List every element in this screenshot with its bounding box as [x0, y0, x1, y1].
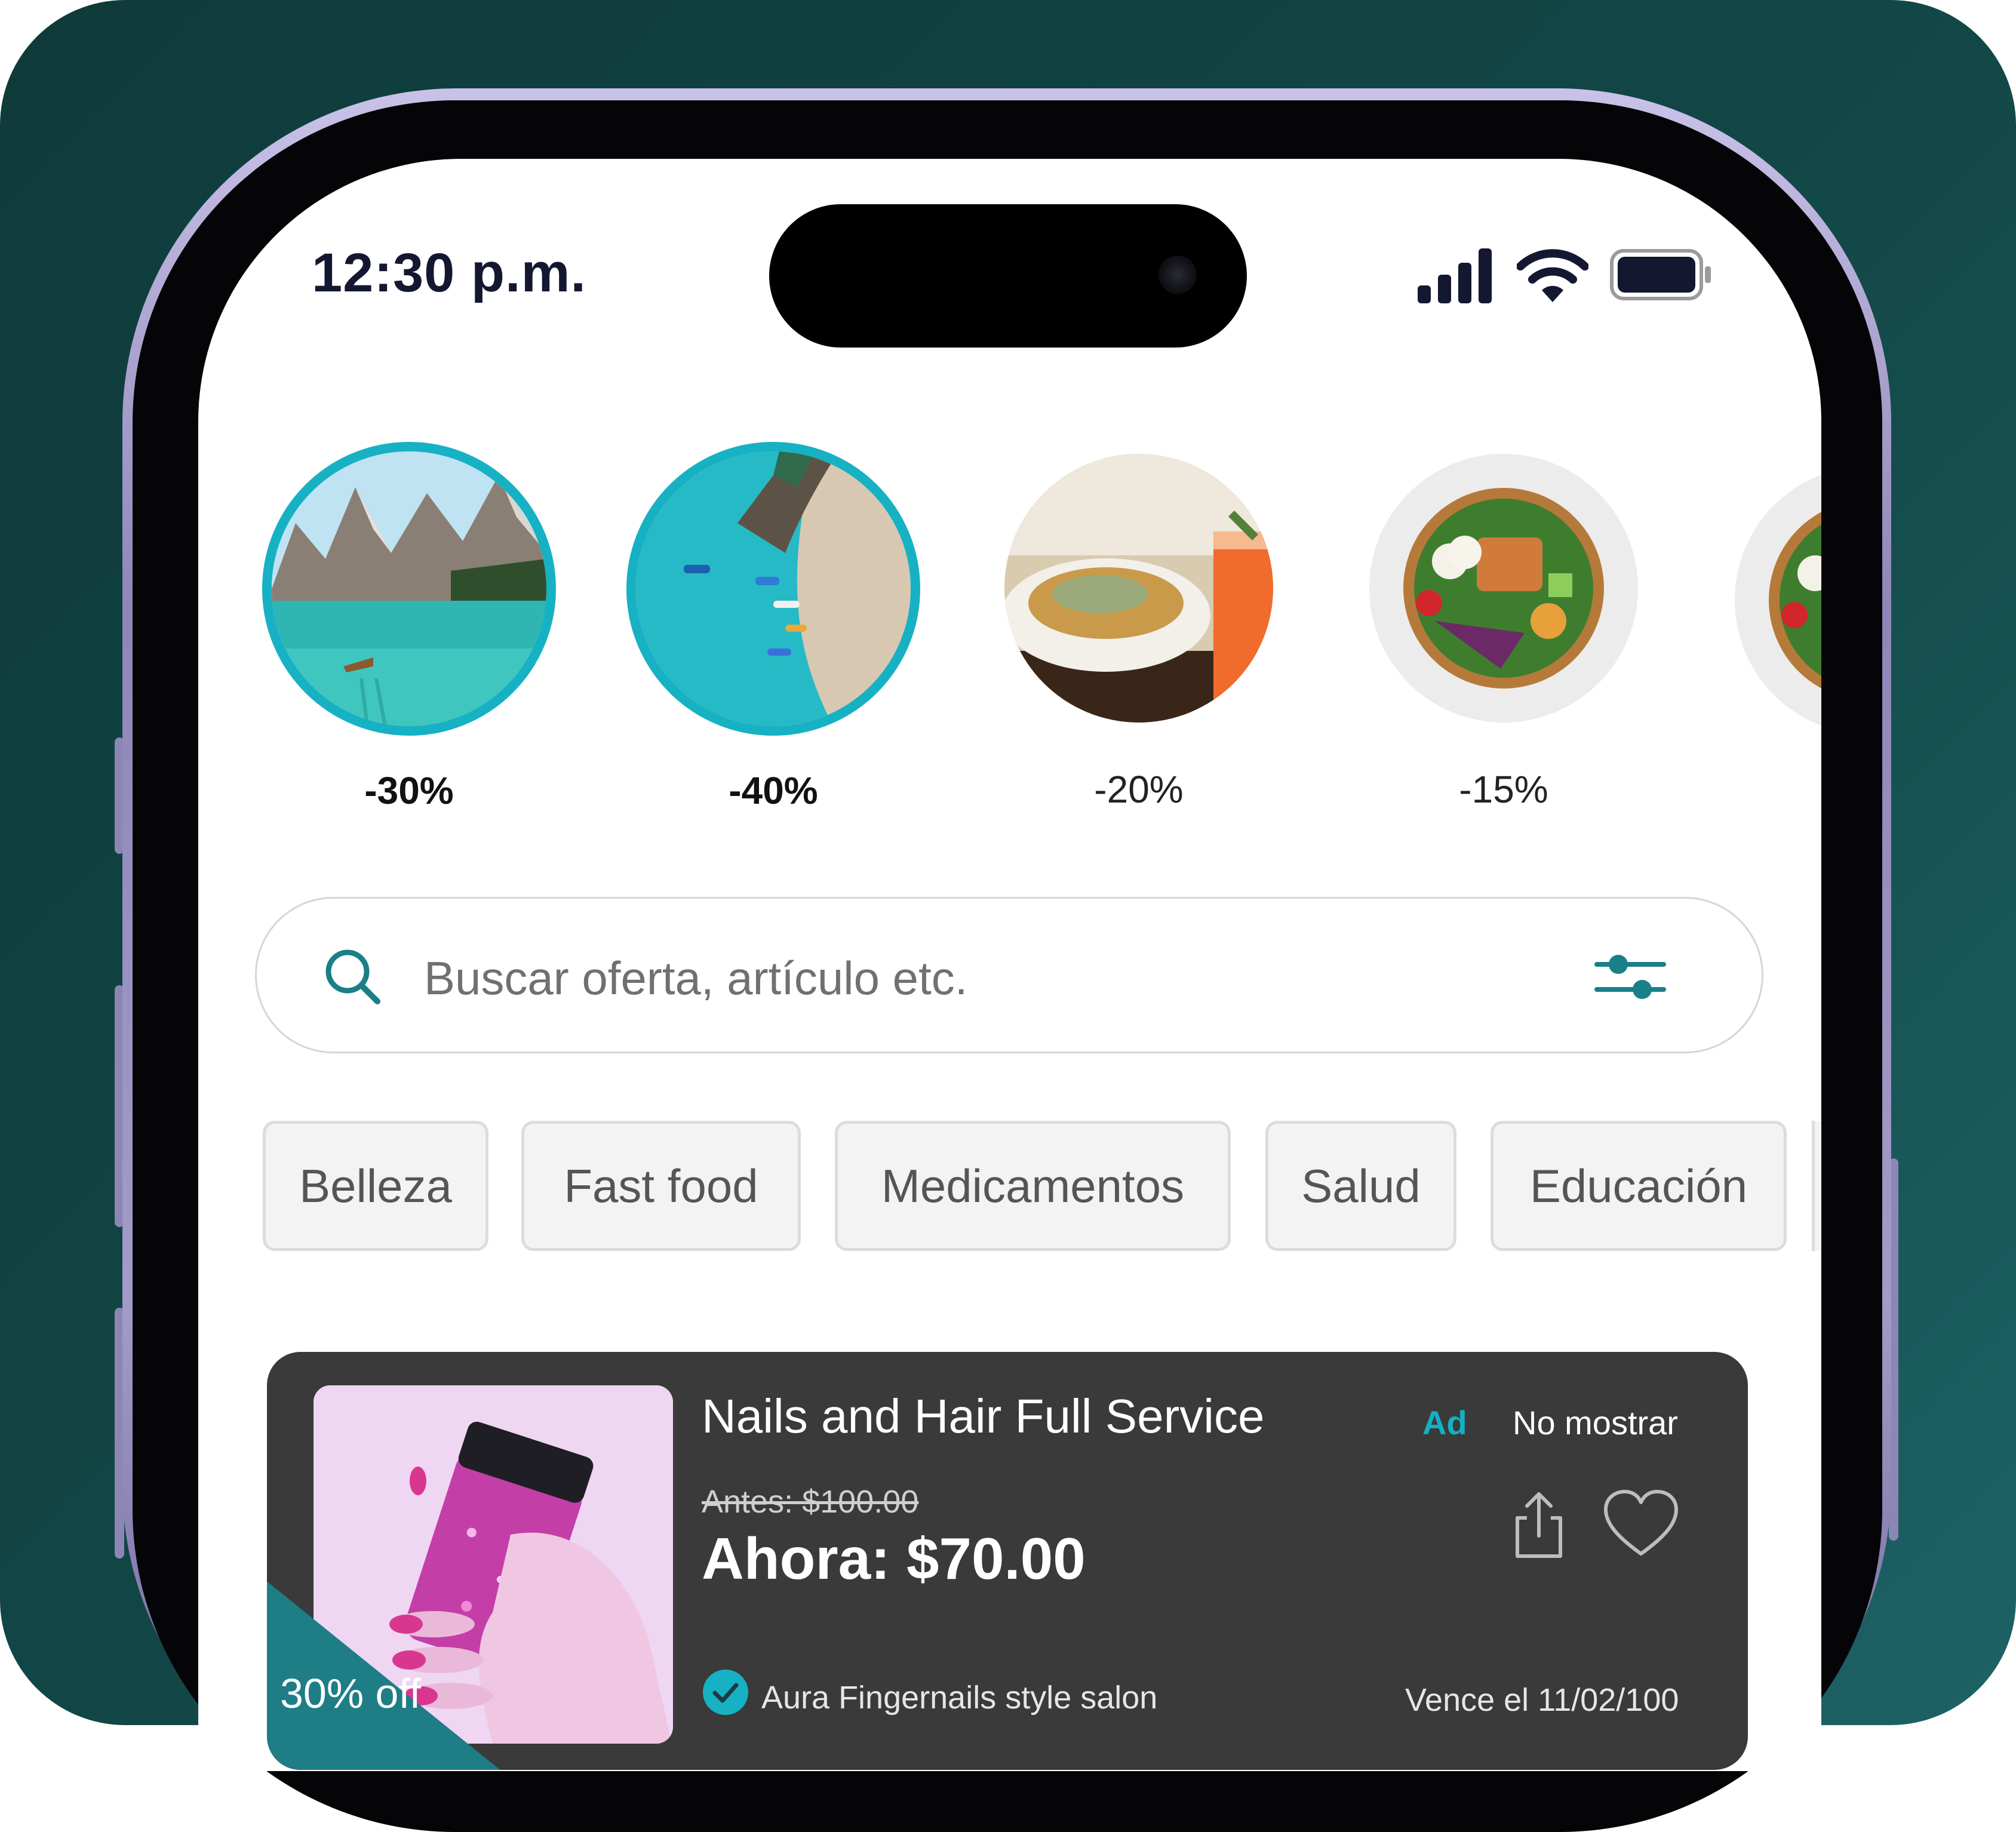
- category-chip-belleza[interactable]: Belleza: [263, 1121, 488, 1251]
- search-bar[interactable]: Buscar oferta, artículo etc.: [255, 897, 1763, 1053]
- expiry-date: Vence el 11/02/100: [1405, 1682, 1679, 1718]
- story-thumbnail[interactable]: [262, 442, 556, 736]
- discount-tag-shape: [267, 1581, 500, 1770]
- mountain-lake-image: [272, 451, 546, 726]
- story-item[interactable]: -30%: [260, 442, 558, 813]
- story-item[interactable]: -15%: [1354, 442, 1653, 812]
- story-discount: -20%: [1094, 768, 1184, 811]
- wifi-icon: [1517, 249, 1588, 302]
- story-discount: -15%: [1459, 768, 1548, 811]
- ad-badge: Ad: [1422, 1404, 1467, 1441]
- front-camera: [1158, 256, 1197, 294]
- offer-card[interactable]: 30% off Nails and Hair Full Service Ad N…: [267, 1352, 1748, 1770]
- filter-sliders-icon[interactable]: [1594, 946, 1666, 1006]
- story-discount: -30%: [364, 769, 454, 812]
- salad-bowl-image: [1369, 454, 1638, 723]
- category-chip-partial[interactable]: [1812, 1121, 1821, 1251]
- story-item[interactable]: -40%: [624, 442, 923, 813]
- beach-aerial-image: [636, 451, 911, 726]
- search-icon[interactable]: [322, 946, 382, 1006]
- story-thumbnail[interactable]: [1369, 454, 1638, 723]
- category-chip-fast-food[interactable]: Fast food: [521, 1121, 801, 1251]
- verified-check-icon: [703, 1670, 748, 1715]
- story-item[interactable]: -20%: [989, 442, 1288, 812]
- hide-ad-button[interactable]: No mostrar: [1513, 1403, 1678, 1442]
- salad-bowl-image: [1735, 466, 1821, 734]
- status-time: 12:30 p.m.: [312, 242, 586, 303]
- discount-tag: 30% off: [280, 1670, 422, 1717]
- search-input[interactable]: Buscar oferta, artículo etc.: [424, 951, 967, 1006]
- new-price: Ahora: $70.00: [702, 1526, 1086, 1591]
- category-chip-salud[interactable]: Salud: [1265, 1121, 1456, 1251]
- battery-icon: [1610, 249, 1711, 300]
- old-price: Antes: $100.00: [702, 1484, 919, 1520]
- heart-icon[interactable]: [1602, 1488, 1680, 1560]
- offer-title[interactable]: Nails and Hair Full Service: [702, 1389, 1265, 1444]
- category-chip-educacion[interactable]: Educación: [1491, 1121, 1787, 1251]
- status-icons: [1415, 245, 1714, 305]
- merchant-name[interactable]: Aura Fingernails style salon: [761, 1679, 1157, 1716]
- story-thumbnail[interactable]: [626, 442, 920, 736]
- category-chip-medicamentos[interactable]: Medicamentos: [835, 1121, 1231, 1251]
- share-icon[interactable]: [1509, 1489, 1569, 1561]
- story-thumbnail[interactable]: [1004, 454, 1273, 723]
- fries-drink-image: [1004, 454, 1273, 723]
- story-discount: -40%: [729, 769, 818, 812]
- story-item-partial[interactable]: [1735, 466, 1821, 734]
- signal-icon: [1418, 248, 1492, 303]
